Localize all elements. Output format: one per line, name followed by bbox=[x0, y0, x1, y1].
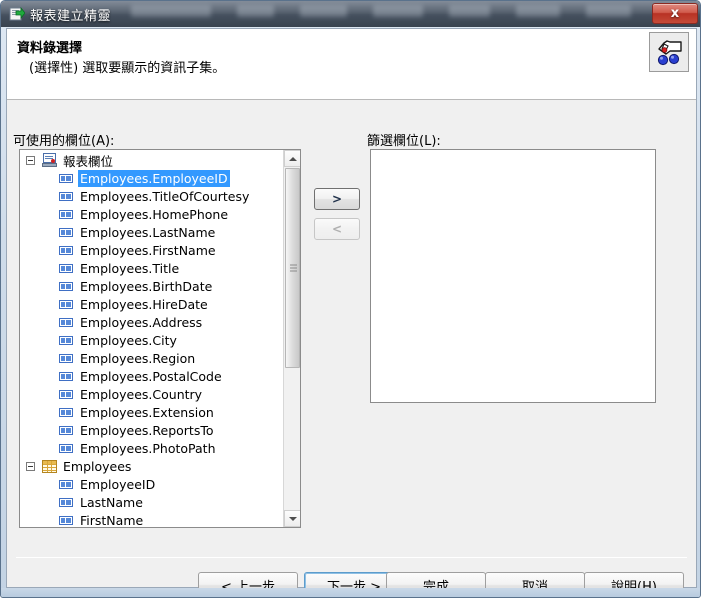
scrollbar-grip-icon bbox=[290, 264, 297, 272]
window-title: 報表建立精靈 bbox=[30, 9, 112, 24]
field-icon bbox=[59, 515, 73, 525]
dialog-client-area: 資料錄選擇 (選擇性) 選取要顯示的資訊子集。 可使用的欄位(A): 篩選欄位(… bbox=[6, 28, 697, 597]
tree-field-node[interactable]: Employees.BirthDate bbox=[20, 277, 283, 295]
collapse-toggle-icon[interactable] bbox=[26, 155, 35, 165]
tree-node-label: Employees.Region bbox=[80, 350, 196, 366]
tree-node-label: FirstName bbox=[80, 512, 144, 528]
tree-node-label: Employees.EmployeeID bbox=[78, 169, 230, 187]
tree-field-node[interactable]: Employees.LastName bbox=[20, 223, 283, 241]
field-icon bbox=[59, 263, 73, 273]
field-icon bbox=[59, 299, 73, 309]
tree-field-node[interactable]: Employees.TitleOfCourtesy bbox=[20, 187, 283, 205]
available-fields-tree[interactable]: 報表欄位 Employees.EmployeeID Employees.TitleO… bbox=[19, 149, 301, 528]
scrollbar-thumb[interactable] bbox=[285, 168, 300, 368]
add-field-button[interactable]: > bbox=[314, 188, 360, 210]
tree-node-label: Employees.BirthDate bbox=[80, 278, 213, 294]
tree-node-label: 報表欄位 bbox=[63, 153, 114, 169]
chevron-up-icon bbox=[288, 156, 297, 161]
field-icon bbox=[59, 443, 73, 453]
close-button[interactable]: x bbox=[652, 3, 698, 24]
field-icon bbox=[59, 173, 73, 183]
field-icon bbox=[59, 425, 73, 435]
remove-field-button[interactable]: < bbox=[314, 218, 360, 240]
tree-node-label: Employees.HomePhone bbox=[80, 206, 229, 222]
tree-field-node[interactable]: EmployeeID bbox=[20, 475, 283, 493]
hand-pointing-spheres-icon bbox=[649, 32, 689, 72]
field-icon bbox=[59, 191, 73, 201]
report-fields-icon bbox=[42, 153, 57, 167]
tree-node-label: Employees.HireDate bbox=[80, 296, 208, 312]
tree-field-node[interactable]: LastName bbox=[20, 493, 283, 511]
tree-field-node[interactable]: Employees.Title bbox=[20, 259, 283, 277]
tree-node-label: Employees.LastName bbox=[80, 224, 216, 240]
wizard-report-icon bbox=[9, 6, 26, 22]
wizard-header: 資料錄選擇 (選擇性) 選取要顯示的資訊子集。 bbox=[7, 29, 696, 100]
tree-field-node[interactable]: Employees.FirstName bbox=[20, 241, 283, 259]
tree-node-label: EmployeeID bbox=[80, 476, 156, 492]
tree-field-node[interactable]: Employees.City bbox=[20, 331, 283, 349]
button-bar-divider bbox=[16, 557, 687, 558]
tree-node-label: Employees.Country bbox=[80, 386, 203, 402]
tree-field-node[interactable]: Employees.PostalCode bbox=[20, 367, 283, 385]
field-icon bbox=[59, 209, 73, 219]
tree-node-label: Employees.City bbox=[80, 332, 177, 348]
tree-field-node[interactable]: Employees.HireDate bbox=[20, 295, 283, 313]
tree-node-label: Employees.FirstName bbox=[80, 242, 216, 258]
tree-field-node[interactable]: Employees.Country bbox=[20, 385, 283, 403]
background-window-ghost-text bbox=[131, 5, 631, 21]
tree-vertical-scrollbar[interactable] bbox=[283, 150, 300, 527]
filter-fields-list[interactable] bbox=[370, 149, 656, 403]
title-bar: 報表建立精靈 x bbox=[1, 1, 700, 27]
page-title: 資料錄選擇 bbox=[17, 41, 83, 56]
tree-node-label: Employees.Extension bbox=[80, 404, 214, 420]
field-icon bbox=[59, 497, 73, 507]
tree-node-label: Employees.TitleOfCourtesy bbox=[80, 188, 250, 204]
tree-group-node[interactable]: Employees bbox=[20, 457, 283, 475]
field-icon bbox=[59, 389, 73, 399]
field-icon bbox=[59, 317, 73, 327]
chevron-down-icon bbox=[288, 516, 297, 521]
field-icon bbox=[59, 245, 73, 255]
tree-node-label: Employees bbox=[63, 458, 132, 474]
field-icon bbox=[59, 335, 73, 345]
tree-field-node[interactable]: Employees.Region bbox=[20, 349, 283, 367]
field-icon bbox=[59, 227, 73, 237]
scroll-down-button[interactable] bbox=[284, 510, 300, 527]
page-subtitle: (選擇性) 選取要顯示的資訊子集。 bbox=[29, 61, 226, 76]
scroll-up-button[interactable] bbox=[284, 150, 300, 167]
tree-node-label: Employees.Title bbox=[80, 260, 180, 276]
tree-field-node[interactable]: Employees.ReportsTo bbox=[20, 421, 283, 439]
close-icon: x bbox=[670, 6, 680, 21]
tree-field-node[interactable]: Employees.HomePhone bbox=[20, 205, 283, 223]
tree-node-container: 報表欄位 Employees.EmployeeID Employees.TitleO… bbox=[20, 151, 283, 528]
tree-node-label: Employees.ReportsTo bbox=[80, 422, 214, 438]
tree-field-node[interactable]: FirstName bbox=[20, 511, 283, 528]
wizard-window: 報表建立精靈 x 資料錄選擇 (選擇性) 選取要顯示的資訊子集。 可使用的欄位(… bbox=[0, 0, 701, 598]
tree-node-label: Employees.PostalCode bbox=[80, 368, 222, 384]
window-bottom-frame bbox=[1, 588, 700, 597]
filter-fields-label: 篩選欄位(L): bbox=[367, 134, 441, 149]
tree-node-label: Employees.PhotoPath bbox=[80, 440, 216, 456]
tree-field-node[interactable]: Employees.PhotoPath bbox=[20, 439, 283, 457]
tree-node-label: Employees.Address bbox=[80, 314, 203, 330]
field-icon bbox=[59, 371, 73, 381]
field-icon bbox=[59, 353, 73, 363]
field-icon bbox=[59, 479, 73, 489]
collapse-toggle-icon[interactable] bbox=[26, 461, 35, 471]
available-fields-label: 可使用的欄位(A): bbox=[13, 134, 115, 149]
tree-field-node[interactable]: Employees.Extension bbox=[20, 403, 283, 421]
tree-field-node[interactable]: Employees.Address bbox=[20, 313, 283, 331]
tree-group-node[interactable]: 報表欄位 bbox=[20, 151, 283, 169]
field-icon bbox=[59, 281, 73, 291]
tree-field-node[interactable]: Employees.EmployeeID bbox=[20, 169, 283, 187]
table-icon bbox=[42, 459, 57, 473]
tree-node-label: LastName bbox=[80, 494, 143, 510]
field-icon bbox=[59, 407, 73, 417]
